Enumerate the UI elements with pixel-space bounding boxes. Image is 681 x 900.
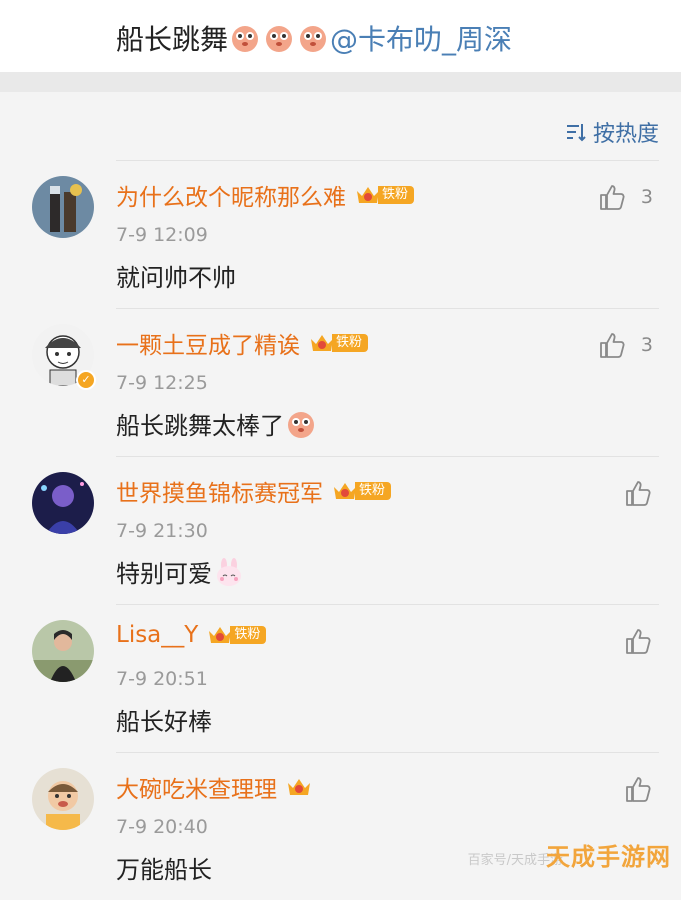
mention-link[interactable]: @卡布叻_周深: [330, 18, 512, 58]
thumbs-up-icon: [626, 777, 651, 802]
username[interactable]: 为什么改个昵称那么难: [116, 178, 346, 212]
badge-label: 铁粉: [378, 186, 415, 204]
comment-item[interactable]: 大碗吃米查理理 7-9 20:40 万能船长: [0, 752, 681, 900]
username[interactable]: 一颗土豆成了精诶: [116, 326, 300, 360]
comment-time: 7-9 20:51: [116, 668, 208, 690]
avatar[interactable]: [32, 176, 94, 238]
like-button[interactable]: [623, 774, 653, 804]
comment-time: 7-9 12:25: [116, 372, 208, 394]
emoji-icon: [230, 23, 260, 53]
sort-button[interactable]: 按热度: [565, 116, 659, 148]
bunny-emoji-icon: [214, 557, 244, 587]
watermark: 天成手游网: [546, 843, 671, 871]
username[interactable]: Lisa__Y: [116, 622, 198, 648]
avatar[interactable]: [32, 472, 94, 534]
like-count: 3: [640, 334, 653, 356]
crown-icon: [354, 183, 382, 207]
post-text-lead: 船长跳舞: [116, 23, 229, 56]
thumbs-up-icon: [600, 333, 625, 358]
comment-time: 7-9 21:30: [116, 520, 208, 542]
comment-text: 船长跳舞太棒了: [116, 412, 284, 440]
crown-icon: [285, 775, 313, 799]
emoji-icon: [264, 23, 294, 53]
fan-badge: 铁粉: [354, 183, 415, 207]
comment-item[interactable]: 为什么改个昵称那么难 铁粉 7-9 12:09 就问帅不帅 3: [0, 160, 681, 308]
thumbs-up-icon: [626, 629, 651, 654]
fan-badge: 铁粉: [308, 331, 369, 355]
fan-badge: [285, 776, 313, 798]
sort-label: 按热度: [592, 122, 659, 147]
emoji-icon: [286, 409, 316, 439]
comment-item[interactable]: 世界摸鱼锦标赛冠军 铁粉 7-9 21:30 特别可爱: [0, 456, 681, 604]
sort-icon: [565, 121, 587, 143]
comment-time: 7-9 12:09: [116, 224, 208, 246]
badge-label: 铁粉: [230, 626, 267, 644]
emoji-icon: [298, 23, 328, 53]
fan-badge: 铁粉: [331, 479, 392, 503]
post-text: 船长跳舞 @卡布叻_周深: [116, 18, 512, 58]
section-divider: [0, 72, 681, 92]
post-header: 船长跳舞 @卡布叻_周深: [0, 0, 681, 72]
avatar[interactable]: [32, 620, 94, 682]
crown-icon: [206, 623, 234, 647]
comment-content: 船长好棒: [116, 708, 212, 736]
comment-content: 万能船长: [116, 856, 212, 884]
comment-item[interactable]: Lisa__Y 铁粉 7-9 20:51 船长好棒: [0, 604, 681, 752]
thumbs-up-icon: [600, 185, 625, 210]
thumbs-up-icon: [626, 481, 651, 506]
comment-content: 就问帅不帅: [116, 264, 236, 292]
like-count: 3: [640, 186, 653, 208]
badge-label: 铁粉: [332, 334, 369, 352]
comment-content: 特别可爱: [116, 554, 246, 589]
crown-icon: [331, 479, 359, 503]
comment-time: 7-9 20:40: [116, 816, 208, 838]
comment-text: 特别可爱: [116, 560, 212, 588]
like-button[interactable]: 3: [597, 330, 653, 360]
avatar[interactable]: [32, 768, 94, 830]
like-button[interactable]: [623, 626, 653, 656]
verified-icon: ✓: [76, 370, 96, 390]
like-button[interactable]: 3: [597, 182, 653, 212]
username[interactable]: 大碗吃米查理理: [116, 770, 277, 804]
fan-badge: 铁粉: [206, 623, 267, 647]
crown-icon: [308, 331, 336, 355]
comment-content: 船长跳舞太棒了: [116, 406, 318, 441]
badge-label: 铁粉: [355, 482, 392, 500]
like-button[interactable]: [623, 478, 653, 508]
comment-item[interactable]: ✓ 一颗土豆成了精诶 铁粉 7-9 12:25 船长跳舞太棒了 3: [0, 308, 681, 456]
username[interactable]: 世界摸鱼锦标赛冠军: [116, 474, 323, 508]
